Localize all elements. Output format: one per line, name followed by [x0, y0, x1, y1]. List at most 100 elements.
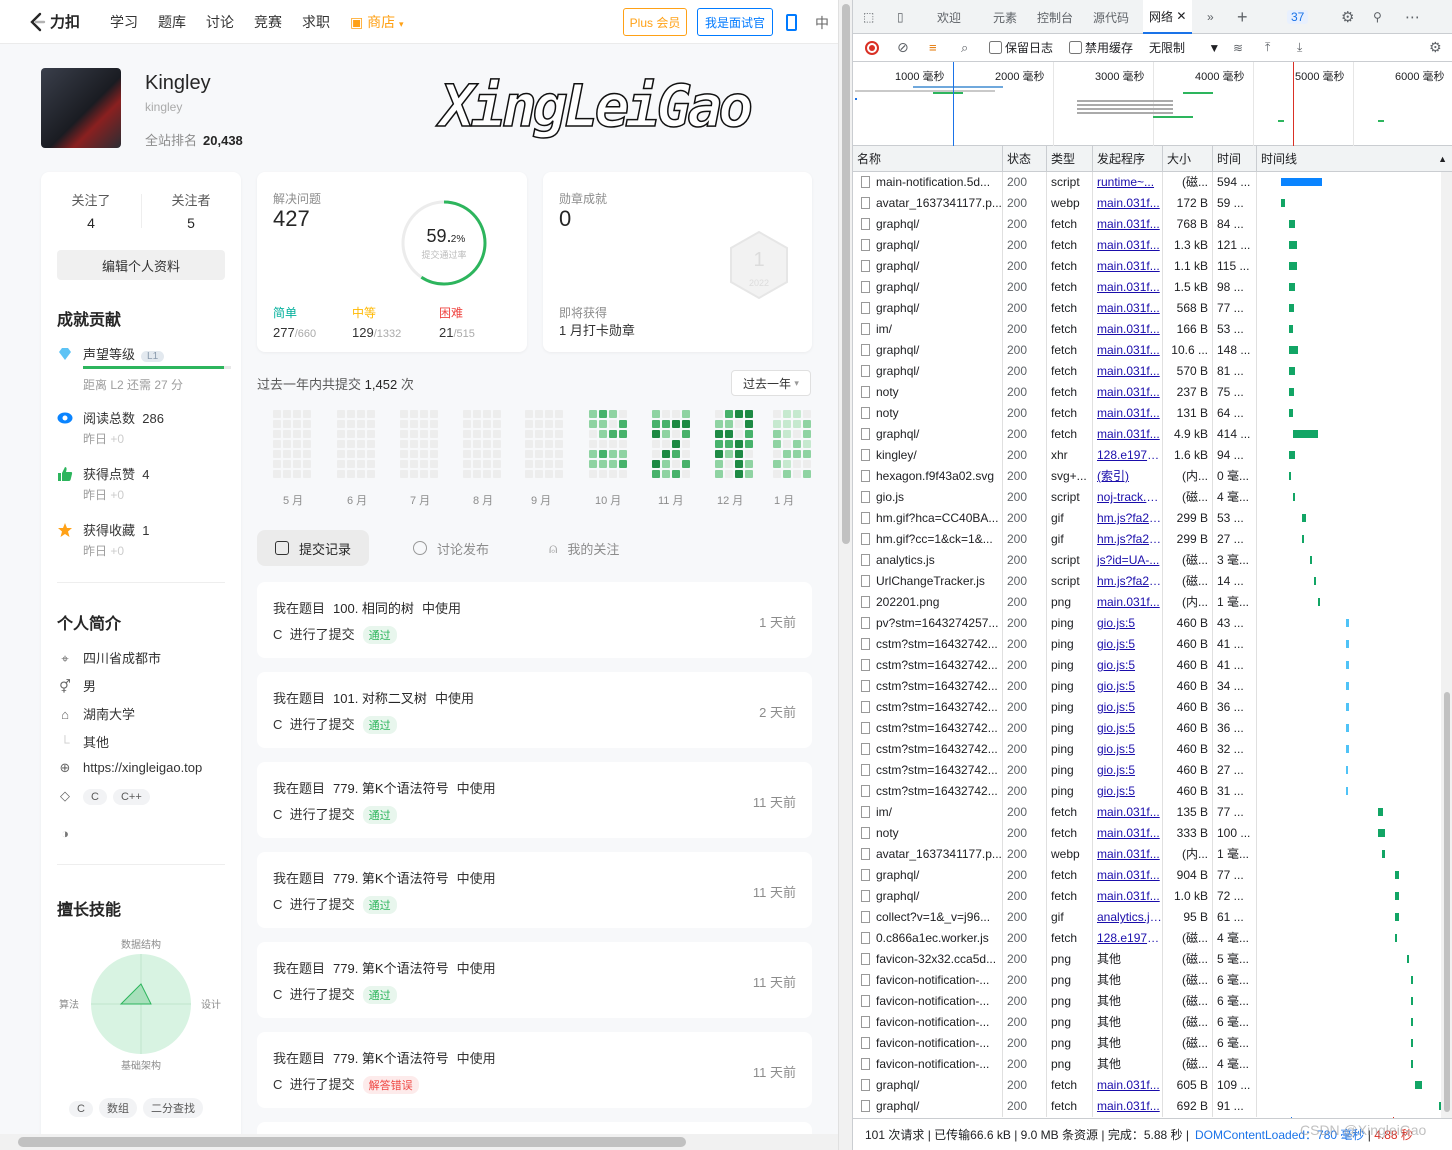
- heatmap-cell[interactable]: [525, 470, 533, 478]
- heatmap-cell[interactable]: [735, 470, 743, 478]
- problem-link[interactable]: 101. 对称二叉树: [333, 691, 427, 706]
- request-initiator[interactable]: gio.js:5: [1093, 697, 1163, 718]
- heatmap-cell[interactable]: [745, 470, 753, 478]
- request-row[interactable]: hm.gif?cc=1&ck=1&... 200 gif hm.js?fa21... 2…: [853, 529, 1452, 550]
- heatmap-cell[interactable]: [589, 450, 597, 458]
- heatmap-cell[interactable]: [682, 450, 690, 458]
- page-vertical-scrollbar[interactable]: [838, 0, 852, 1150]
- request-initiator[interactable]: main.031f...: [1093, 214, 1163, 235]
- heatmap-cell[interactable]: [793, 470, 801, 478]
- heatmap-cell[interactable]: [493, 450, 501, 458]
- heatmap-cell[interactable]: [463, 440, 471, 448]
- heatmap-cell[interactable]: [652, 470, 660, 478]
- request-initiator[interactable]: main.031f...: [1093, 256, 1163, 277]
- request-name[interactable]: kingley/: [853, 445, 1003, 466]
- heatmap-cell[interactable]: [410, 410, 418, 418]
- heatmap-cell[interactable]: [337, 450, 345, 458]
- request-row[interactable]: noty 200 fetch main.031f... 333 B 100 ...: [853, 823, 1452, 844]
- heatmap-cell[interactable]: [652, 430, 660, 438]
- submission-row[interactable]: 我在题目 779. 第K个语法符号 中使用 C 进行了提交 通过 11 天前: [257, 852, 812, 928]
- request-name[interactable]: favicon-notification-...: [853, 1012, 1003, 1033]
- heatmap-cell[interactable]: [555, 440, 563, 448]
- heatmap-cell[interactable]: [303, 470, 311, 478]
- heatmap-cell[interactable]: [783, 470, 791, 478]
- request-row[interactable]: favicon-notification-... 200 png 其他 (磁... 4 毫…: [853, 1054, 1452, 1075]
- heatmap-cell[interactable]: [682, 460, 690, 468]
- heatmap-cell[interactable]: [682, 440, 690, 448]
- request-name[interactable]: graphql/: [853, 1075, 1003, 1096]
- col-time[interactable]: 时间: [1213, 146, 1257, 172]
- submission-row[interactable]: 我在题目 100. 相同的树 中使用 C 进行了提交 通过 1 天前: [257, 582, 812, 658]
- request-name[interactable]: graphql/: [853, 235, 1003, 256]
- website-link[interactable]: https://xingleigao.top: [83, 760, 202, 775]
- heatmap-cell[interactable]: [793, 440, 801, 448]
- heatmap-cell[interactable]: [715, 420, 723, 428]
- submission-row[interactable]: 我在题目 779. 第K个语法符号 中使用 C 进行了提交 解答错误 11 天前: [257, 1032, 812, 1108]
- request-name[interactable]: graphql/: [853, 865, 1003, 886]
- heatmap-cell[interactable]: [430, 460, 438, 468]
- request-row[interactable]: graphql/200 fetch main.031f... 10.6 ... 148 …: [853, 340, 1452, 361]
- request-row[interactable]: graphql/200 fetch main.031f... 1.0 kB 72 ...: [853, 886, 1452, 907]
- heatmap-cell[interactable]: [555, 470, 563, 478]
- request-name[interactable]: 0.c866a1ec.worker.js: [853, 928, 1003, 949]
- heatmap-cell[interactable]: [293, 470, 301, 478]
- heatmap-cell[interactable]: [652, 450, 660, 458]
- heatmap-cell[interactable]: [420, 410, 428, 418]
- heatmap-cell[interactable]: [682, 430, 690, 438]
- heatmap-cell[interactable]: [609, 450, 617, 458]
- heatmap-cell[interactable]: [803, 460, 811, 468]
- request-row[interactable]: gio.js 200 script noj-track.6... (磁... 4 毫...: [853, 487, 1452, 508]
- request-row[interactable]: graphql/200 fetch main.031f... 570 B 81 ...: [853, 361, 1452, 382]
- heatmap-cell[interactable]: [773, 410, 781, 418]
- request-name[interactable]: graphql/: [853, 256, 1003, 277]
- heatmap-cell[interactable]: [745, 460, 753, 468]
- heatmap-cell[interactable]: [662, 450, 670, 458]
- skill-tag[interactable]: 数组: [98, 1098, 137, 1118]
- heatmap-cell[interactable]: [745, 450, 753, 458]
- heatmap-cell[interactable]: [357, 410, 365, 418]
- range-select[interactable]: 过去一年 ▾: [731, 370, 811, 396]
- request-name[interactable]: hm.gif?cc=1&ck=1&...: [853, 529, 1003, 550]
- heatmap-cell[interactable]: [283, 460, 291, 468]
- heatmap-cell[interactable]: [273, 470, 281, 478]
- heatmap-cell[interactable]: [555, 420, 563, 428]
- heatmap-cell[interactable]: [400, 450, 408, 458]
- heatmap-cell[interactable]: [783, 430, 791, 438]
- heatmap-cell[interactable]: [682, 420, 690, 428]
- heatmap-cell[interactable]: [283, 410, 291, 418]
- heatmap-cell[interactable]: [473, 430, 481, 438]
- heatmap-cell[interactable]: [293, 420, 301, 428]
- heatmap-cell[interactable]: [410, 460, 418, 468]
- heatmap-cell[interactable]: [725, 440, 733, 448]
- request-name[interactable]: hexagon.f9f43a02.svg: [853, 466, 1003, 487]
- heatmap-cell[interactable]: [473, 450, 481, 458]
- heatmap-cell[interactable]: [347, 410, 355, 418]
- heatmap-cell[interactable]: [493, 440, 501, 448]
- heatmap-cell[interactable]: [619, 430, 627, 438]
- request-name[interactable]: collect?v=1&_v=j96...: [853, 907, 1003, 928]
- inspect-icon[interactable]: ⬚: [863, 0, 874, 34]
- heatmap-cell[interactable]: [337, 440, 345, 448]
- request-initiator[interactable]: main.031f...: [1093, 340, 1163, 361]
- heatmap-cell[interactable]: [652, 460, 660, 468]
- disable-cache-checkbox[interactable]: 禁用缓存: [1069, 39, 1133, 56]
- issues-badge[interactable]: 37: [1287, 0, 1309, 34]
- request-row[interactable]: graphql/200 fetch main.031f... 1.5 kB 98 ...: [853, 277, 1452, 298]
- heatmap-cell[interactable]: [293, 450, 301, 458]
- heatmap-cell[interactable]: [400, 460, 408, 468]
- col-type[interactable]: 类型: [1047, 146, 1093, 172]
- heatmap-cell[interactable]: [735, 430, 743, 438]
- device-toggle-icon[interactable]: ▯: [897, 0, 904, 34]
- request-row[interactable]: UrlChangeTracker.js 200 script hm.js?fa21..…: [853, 571, 1452, 592]
- request-initiator[interactable]: main.031f...: [1093, 193, 1163, 214]
- devtools-tab-network[interactable]: 网络 ✕: [1143, 0, 1193, 34]
- nav-discuss[interactable]: 讨论: [206, 12, 234, 32]
- heatmap-cell[interactable]: [293, 410, 301, 418]
- heatmap-cell[interactable]: [662, 440, 670, 448]
- heatmap-cell[interactable]: [430, 470, 438, 478]
- heatmap-cell[interactable]: [525, 450, 533, 458]
- request-row[interactable]: analytics.js 200 script js?id=UA-... (磁... 3 …: [853, 550, 1452, 571]
- request-row[interactable]: favicon-notification-... 200 png 其他 (磁... 6 毫…: [853, 970, 1452, 991]
- heatmap-cell[interactable]: [545, 430, 553, 438]
- request-name[interactable]: graphql/: [853, 277, 1003, 298]
